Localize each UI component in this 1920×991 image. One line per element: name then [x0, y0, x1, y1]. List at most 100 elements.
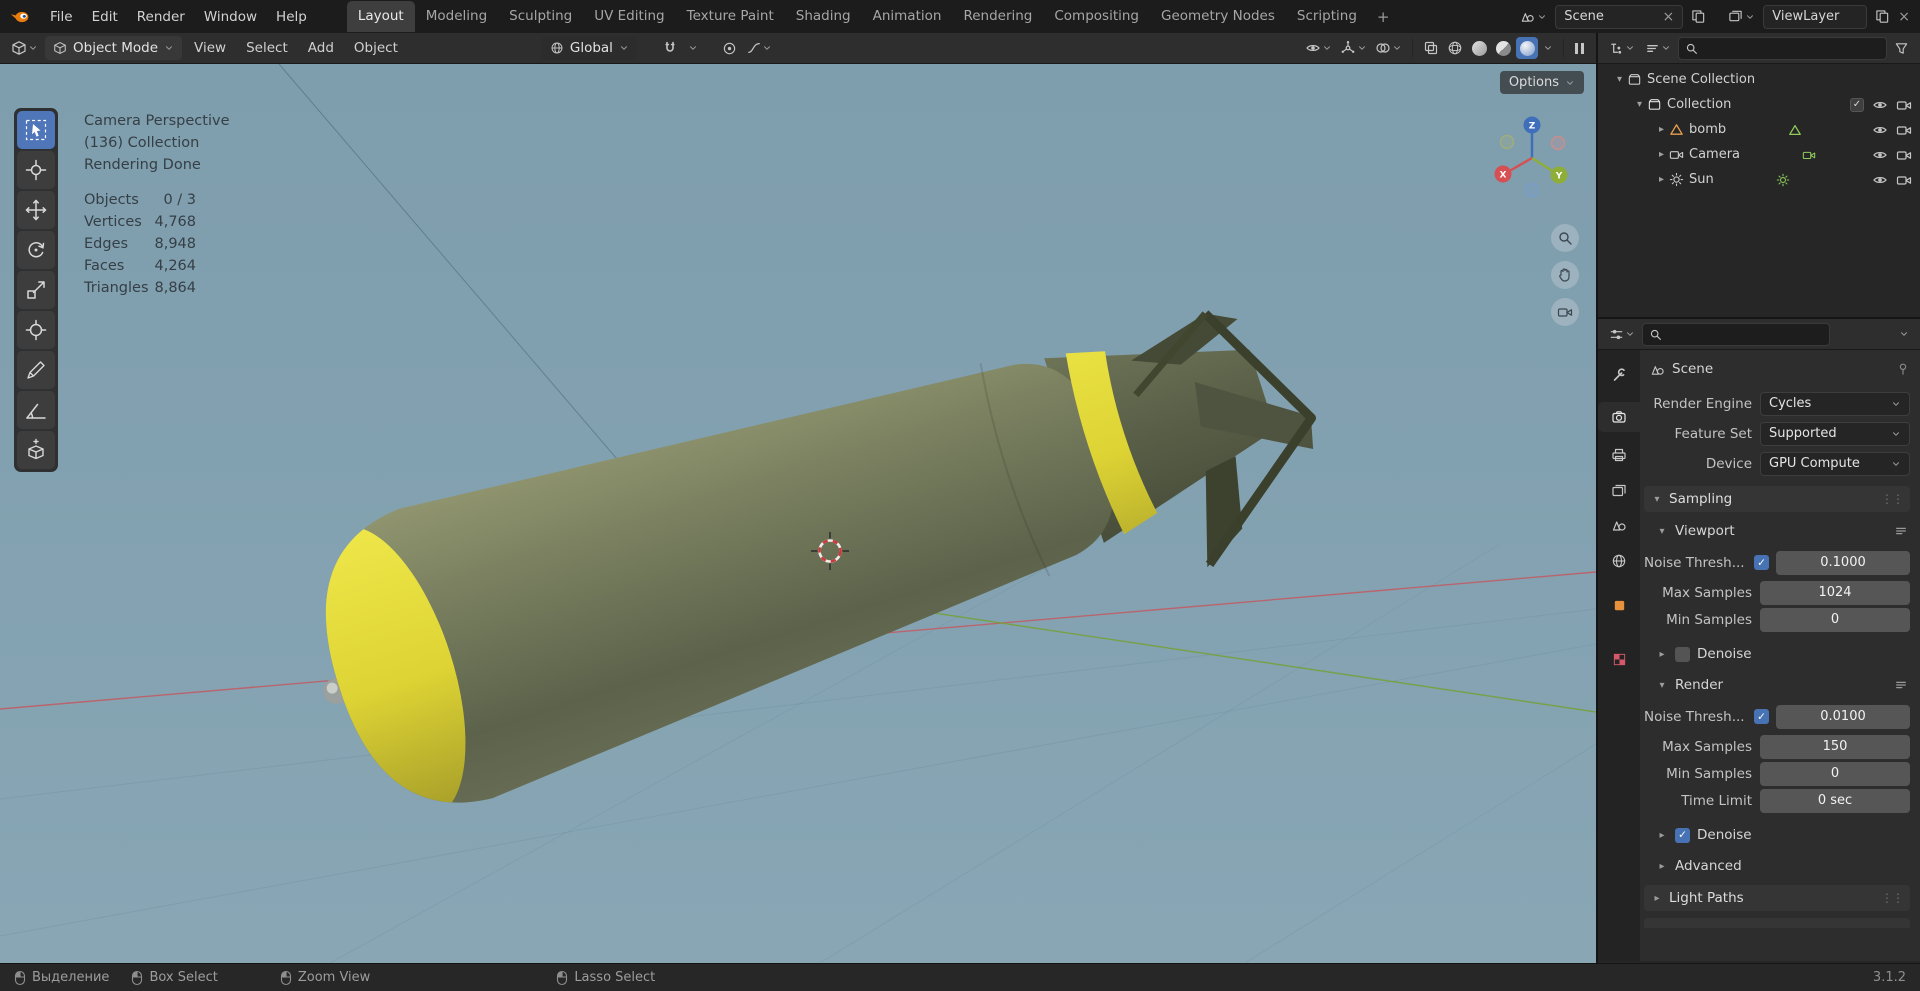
shading-wireframe-button[interactable]: [1444, 37, 1466, 59]
menu-render[interactable]: Render: [128, 5, 194, 29]
viewport-subpanel-header[interactable]: ▾ Viewport: [1656, 519, 1908, 543]
render-time-limit-field[interactable]: 0 sec: [1760, 788, 1910, 813]
tool-annotate[interactable]: [17, 351, 55, 389]
tool-select-box[interactable]: [17, 111, 55, 149]
menu-add[interactable]: Add: [300, 37, 342, 59]
collection-checkbox[interactable]: ✓: [1850, 97, 1864, 112]
tool-cursor[interactable]: [17, 151, 55, 189]
outliner-filter-button[interactable]: [1891, 38, 1912, 59]
tab-object[interactable]: [1598, 590, 1640, 620]
tab-uv-editing[interactable]: UV Editing: [583, 1, 675, 32]
snap-toggle[interactable]: [659, 37, 681, 59]
preset-icon[interactable]: [1894, 678, 1908, 692]
proportional-edit-toggle[interactable]: [719, 38, 740, 59]
properties-search[interactable]: [1642, 322, 1830, 346]
outliner-search[interactable]: [1678, 36, 1887, 60]
viewport-denoise-subpanel[interactable]: ▸ Denoise: [1656, 642, 1908, 666]
tool-add-cube[interactable]: [17, 431, 55, 469]
outliner-row-sun[interactable]: ▸ Sun: [1598, 167, 1920, 192]
options-dropdown[interactable]: Options: [1499, 71, 1584, 94]
tool-scale[interactable]: [17, 271, 55, 309]
new-scene-button[interactable]: [1687, 6, 1710, 27]
shading-material-button[interactable]: [1492, 37, 1514, 59]
tab-render[interactable]: [1598, 402, 1640, 432]
tool-measure[interactable]: [17, 391, 55, 429]
menu-edit[interactable]: Edit: [83, 5, 127, 29]
disclosure-icon[interactable]: ▾: [1612, 74, 1627, 85]
disclosure-icon[interactable]: ▸: [1654, 174, 1669, 185]
disclosure-icon[interactable]: ▸: [1654, 124, 1669, 135]
tab-scripting[interactable]: Scripting: [1286, 1, 1368, 32]
render-subpanel-header[interactable]: ▾ Render: [1656, 673, 1908, 697]
shading-rendered-button[interactable]: [1516, 37, 1538, 59]
menu-help[interactable]: Help: [267, 5, 316, 29]
unlink-scene-icon[interactable]: ×: [1663, 10, 1675, 24]
tab-rendering[interactable]: Rendering: [952, 1, 1043, 32]
tab-view-layer[interactable]: [1598, 476, 1640, 506]
tab-sculpting[interactable]: Sculpting: [498, 1, 583, 32]
tab-shading[interactable]: Shading: [785, 1, 862, 32]
overlays-dropdown[interactable]: [1372, 37, 1405, 59]
pan-button[interactable]: [1551, 261, 1579, 289]
noise-threshold-checkbox[interactable]: ✓: [1754, 555, 1769, 570]
menu-object[interactable]: Object: [346, 37, 406, 59]
render-min-samples-field[interactable]: 0: [1760, 761, 1910, 786]
noise-threshold-checkbox[interactable]: ✓: [1754, 709, 1769, 724]
gizmos-dropdown[interactable]: [1337, 37, 1370, 59]
navigation-gizmo[interactable]: Z X Y: [1486, 112, 1578, 204]
axis-minus-z[interactable]: [1524, 182, 1540, 198]
tab-output[interactable]: [1598, 440, 1640, 470]
hide-eye-icon[interactable]: [1872, 122, 1888, 138]
outliner-row-camera[interactable]: ▸ Camera: [1598, 142, 1920, 167]
menu-window[interactable]: Window: [195, 5, 266, 29]
render-max-samples-field[interactable]: 150: [1760, 734, 1910, 759]
outliner-row-collection[interactable]: ▾ Collection ✓: [1598, 92, 1920, 117]
shading-dropdown[interactable]: [1540, 40, 1556, 56]
render-visibility-icon[interactable]: [1896, 97, 1912, 113]
object-visibility-dropdown[interactable]: [1302, 37, 1335, 59]
hide-eye-icon[interactable]: [1872, 172, 1888, 188]
menu-view[interactable]: View: [186, 37, 234, 59]
proportional-falloff-dropdown[interactable]: [744, 38, 775, 58]
preset-icon[interactable]: [1894, 524, 1908, 538]
properties-search-input[interactable]: [1667, 326, 1823, 342]
menu-file[interactable]: File: [41, 5, 82, 29]
pause-icon[interactable]: [1571, 42, 1588, 54]
mode-dropdown[interactable]: Object Mode: [45, 36, 183, 60]
outliner-search-input[interactable]: [1703, 40, 1880, 56]
shading-solid-button[interactable]: [1468, 37, 1490, 59]
disclosure-icon[interactable]: ▸: [1654, 149, 1669, 160]
editor-type-button[interactable]: [8, 37, 41, 59]
next-panel-partial[interactable]: [1644, 918, 1910, 928]
viewport-max-samples-field[interactable]: 1024: [1760, 580, 1910, 605]
tab-texture-paint[interactable]: Texture Paint: [676, 1, 785, 32]
outliner-row-bomb[interactable]: ▸ bomb: [1598, 117, 1920, 142]
viewport-noise-threshold-field[interactable]: 0.1000: [1776, 550, 1910, 575]
tab-texture[interactable]: [1598, 644, 1640, 674]
render-denoise-checkbox[interactable]: ✓: [1675, 827, 1690, 843]
render-engine-dropdown[interactable]: Cycles: [1760, 391, 1910, 416]
disclosure-icon[interactable]: ▾: [1632, 99, 1647, 110]
tab-compositing[interactable]: Compositing: [1043, 1, 1150, 32]
browse-viewlayer-button[interactable]: [1724, 6, 1759, 27]
properties-options-button[interactable]: [1896, 326, 1912, 342]
remove-viewlayer-button[interactable]: ×: [1898, 10, 1910, 24]
tool-move[interactable]: [17, 191, 55, 229]
viewport-canvas[interactable]: Camera Perspective (136) Collection Rend…: [0, 64, 1596, 963]
render-visibility-icon[interactable]: [1896, 147, 1912, 163]
tab-scene[interactable]: [1598, 510, 1640, 540]
tab-world[interactable]: [1598, 546, 1640, 576]
scene-name-field[interactable]: Scene ×: [1555, 4, 1684, 29]
viewport-min-samples-field[interactable]: 0: [1760, 607, 1910, 632]
viewlayer-name-field[interactable]: ViewLayer: [1763, 4, 1868, 29]
sampling-panel-header[interactable]: ▾ Sampling ⋮⋮: [1644, 486, 1910, 512]
feature-set-dropdown[interactable]: Supported: [1760, 421, 1910, 446]
hide-eye-icon[interactable]: [1872, 147, 1888, 163]
orientation-dropdown[interactable]: Global: [541, 36, 637, 60]
tab-modeling[interactable]: Modeling: [415, 1, 498, 32]
camera-view-button[interactable]: [1551, 298, 1579, 326]
tab-tool[interactable]: [1598, 360, 1640, 390]
outliner-row-scene-collection[interactable]: ▾ Scene Collection: [1598, 67, 1920, 92]
zoom-button[interactable]: [1551, 224, 1579, 252]
tool-transform[interactable]: [17, 311, 55, 349]
